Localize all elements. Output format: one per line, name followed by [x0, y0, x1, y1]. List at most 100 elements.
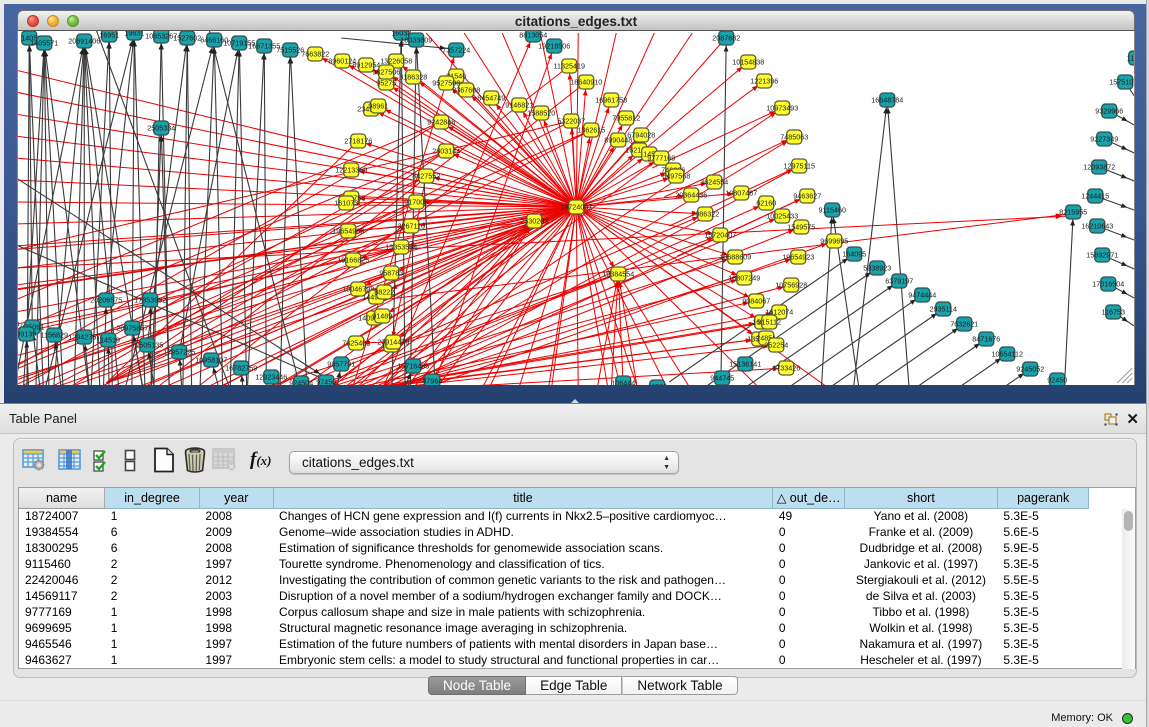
svg-text:7357224: 7357224 [442, 46, 470, 55]
svg-text:16648784: 16648784 [871, 96, 903, 105]
svg-text:18807249: 18807249 [728, 274, 760, 283]
svg-text:18724007: 18724007 [560, 203, 592, 212]
svg-text:17957225: 17957225 [163, 348, 195, 357]
svg-text:9857791: 9857791 [327, 360, 355, 369]
svg-text:9227349: 9227349 [1090, 135, 1118, 144]
svg-text:9777169: 9777169 [647, 154, 675, 163]
svg-text:8427552: 8427552 [412, 172, 440, 181]
svg-text:2935114: 2935114 [930, 305, 957, 314]
svg-text:10807487: 10807487 [725, 189, 757, 198]
svg-text:1733426: 1733426 [772, 364, 800, 373]
svg-text:19166825: 19166825 [337, 256, 369, 265]
svg-text:1221396: 1221396 [750, 77, 778, 86]
svg-text:1362615: 1362615 [577, 126, 605, 135]
svg-text:11121: 11121 [1127, 54, 1135, 63]
svg-text:15751074: 15751074 [1109, 78, 1135, 87]
svg-text:16961758: 16961758 [595, 96, 627, 105]
svg-text:10154838: 10154838 [732, 58, 764, 67]
svg-text:5322037: 5322037 [557, 117, 585, 126]
svg-text:16033809: 16033809 [400, 36, 432, 45]
svg-text:3267110: 3267110 [398, 222, 425, 231]
svg-text:917006: 917006 [404, 198, 428, 207]
svg-text:915112: 915112 [758, 318, 781, 327]
svg-text:5938923: 5938923 [863, 264, 891, 273]
svg-text:6497568: 6497568 [662, 172, 690, 181]
svg-text:19654985: 19654985 [332, 227, 364, 236]
svg-text:9699695: 9699695 [820, 237, 848, 246]
svg-text:12975115: 12975115 [784, 162, 815, 171]
svg-text:11325419: 11325419 [554, 62, 585, 71]
svg-text:7485063: 7485063 [780, 133, 808, 142]
svg-text:1156829: 1156829 [41, 331, 68, 340]
svg-text:13353594: 13353594 [385, 243, 417, 252]
svg-text:6379197: 6379197 [885, 277, 913, 286]
svg-text:9084067: 9084067 [742, 297, 770, 306]
svg-text:9242848: 9242848 [427, 118, 455, 127]
svg-text:8186328: 8186328 [399, 73, 427, 82]
svg-text:17016504: 17016504 [1092, 280, 1124, 289]
svg-text:16210643: 16210643 [1081, 222, 1113, 231]
svg-text:19218506: 19218506 [538, 42, 570, 51]
svg-text:15136141: 15136141 [729, 360, 761, 369]
svg-text:97450: 97450 [316, 378, 336, 385]
svg-text:7955812: 7955812 [612, 114, 640, 123]
svg-text:9115460: 9115460 [819, 206, 846, 215]
svg-text:12093872: 12093872 [1083, 163, 1115, 172]
svg-text:8471676: 8471676 [972, 335, 1000, 344]
svg-text:10753: 10753 [647, 383, 667, 385]
svg-text:116753: 116753 [1102, 308, 1125, 317]
svg-text:15720407: 15720407 [704, 231, 736, 240]
svg-text:9474444: 9474444 [908, 291, 936, 300]
svg-text:19384554: 19384554 [602, 270, 634, 279]
svg-text:7663822: 7663822 [301, 50, 329, 59]
svg-text:16782759: 16782759 [225, 364, 257, 373]
svg-text:91489: 91489 [372, 312, 392, 321]
svg-text:958783: 958783 [379, 269, 403, 278]
svg-text:924504: 924504 [289, 379, 313, 385]
svg-text:252254: 252254 [764, 341, 788, 350]
svg-text:1244415: 1244415 [1081, 192, 1109, 201]
svg-text:1527602: 1527602 [173, 34, 201, 43]
svg-text:6794028: 6794028 [627, 131, 655, 140]
svg-text:10958107: 10958107 [195, 356, 227, 365]
svg-text:95100: 95100 [18, 320, 19, 329]
svg-text:19654923: 19654923 [782, 253, 814, 262]
svg-text:15692971: 15692971 [1086, 251, 1118, 260]
svg-text:95275: 95275 [376, 79, 396, 88]
svg-text:10654112: 10654112 [992, 350, 1023, 359]
svg-text:2718176: 2718176 [344, 137, 372, 146]
svg-text:20975857: 20975857 [116, 324, 148, 333]
svg-text:9245052: 9245052 [1016, 365, 1044, 374]
svg-text:9827506: 9827506 [372, 68, 400, 77]
svg-text:20364436: 20364436 [675, 191, 707, 200]
svg-text:2505334: 2505334 [147, 124, 175, 133]
svg-text:20914479: 20914479 [377, 338, 409, 347]
svg-text:8215955: 8215955 [1059, 208, 1087, 217]
svg-text:106444: 106444 [611, 379, 635, 385]
svg-text:2367608: 2367608 [452, 86, 480, 95]
svg-text:13226058: 13226058 [380, 57, 412, 66]
svg-text:10688609: 10688609 [719, 253, 751, 262]
svg-text:12923446: 12923446 [255, 373, 287, 382]
svg-text:10756928: 10756928 [775, 281, 807, 290]
svg-text:1405571: 1405571 [30, 39, 58, 48]
svg-text:17353992: 17353992 [134, 296, 166, 305]
svg-text:7986322: 7986322 [691, 210, 719, 219]
svg-text:944745: 944745 [710, 374, 734, 383]
svg-text:20691406: 20691406 [68, 37, 100, 46]
svg-text:88222: 88222 [374, 288, 394, 297]
svg-text:114519: 114519 [97, 336, 120, 345]
svg-text:2803144: 2803144 [432, 147, 460, 156]
svg-text:8813054: 8813054 [519, 31, 547, 40]
svg-text:2530203: 2530203 [520, 217, 548, 226]
svg-text:161073: 161073 [334, 199, 358, 208]
svg-text:20206575: 20206575 [90, 296, 122, 305]
svg-text:7632621: 7632621 [950, 320, 978, 329]
svg-text:2087682: 2087682 [712, 34, 740, 43]
svg-text:12505135: 12505135 [131, 341, 163, 350]
svg-text:164095: 164095 [842, 250, 866, 259]
svg-text:19631: 19631 [124, 31, 144, 38]
svg-text:10973493: 10973493 [766, 104, 798, 113]
svg-text:7515526: 7515526 [276, 46, 304, 55]
svg-text:12213369: 12213369 [335, 166, 367, 175]
